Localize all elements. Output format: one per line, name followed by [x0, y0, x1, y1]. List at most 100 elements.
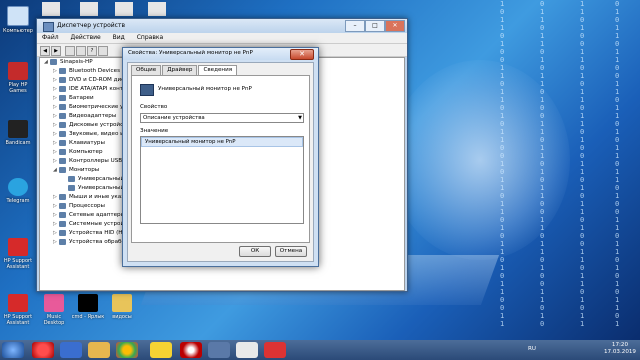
desktop-icon-videos[interactable]: видосы: [104, 294, 140, 320]
device-icon: [59, 85, 66, 92]
clock-time: 17:20: [611, 342, 629, 348]
film-icon: [8, 120, 28, 138]
desktop-icon-bandicam[interactable]: Bandicam: [0, 120, 36, 146]
explorer-icon[interactable]: [88, 342, 110, 358]
taskbar: RU 17:20 17.03.2019: [0, 340, 640, 360]
forward-icon[interactable]: ▶: [51, 46, 61, 56]
device-icon: [59, 157, 66, 164]
console-icon[interactable]: [65, 46, 75, 56]
device-icon: [59, 202, 66, 209]
menu-help[interactable]: Справка: [132, 33, 168, 42]
dialog-title: Свойства: Универсальный монитор не PnP: [128, 50, 253, 56]
desktop-icon-label: Telegram: [6, 198, 30, 204]
help-icon: [8, 238, 28, 256]
ie-icon[interactable]: [60, 342, 82, 358]
menu-view[interactable]: Вид: [108, 33, 130, 42]
desktop-icon-label: cmd - Ярлык: [71, 314, 105, 320]
cancel-button[interactable]: Отмена: [275, 246, 307, 257]
dialog-tabs: Общие Драйвер Сведения: [131, 65, 238, 76]
back-icon[interactable]: ◀: [40, 46, 50, 56]
wallpaper-digits: 1 1 0 1 0 0 1 1 0 1 0 1 1 0 1 1 0 1 0 0 …: [580, 0, 585, 328]
paint-icon[interactable]: [236, 342, 258, 358]
minimize-button[interactable]: –: [345, 20, 365, 32]
tree-item-label: Мониторы: [69, 167, 100, 173]
telegram-icon: [8, 178, 28, 196]
device-icon: [59, 166, 66, 173]
desktop: 1 0 1 1 0 1 0 0 1 1 0 1 1 0 1 0 1 1 0 0 …: [0, 0, 640, 340]
recorder-icon[interactable]: [180, 342, 202, 358]
desktop-icon-computer[interactable]: Компьютер: [0, 6, 36, 34]
properties-icon[interactable]: [76, 46, 86, 56]
opera-icon[interactable]: [32, 342, 54, 358]
desktop-icon-label: Music Desktop: [43, 314, 65, 326]
file-icon[interactable]: [115, 2, 133, 16]
tree-item-label: Видеоадаптеры: [69, 113, 117, 119]
dialog-body: Общие Драйвер Сведения Универсальный мон…: [127, 62, 314, 262]
chrome-icon[interactable]: [116, 342, 138, 358]
window-title: Диспетчер устройств: [57, 22, 126, 29]
games-icon: [8, 62, 28, 80]
device-icon: [59, 229, 66, 236]
scan-icon[interactable]: [98, 46, 108, 56]
language-indicator[interactable]: RU: [528, 346, 536, 352]
app-icon[interactable]: [264, 342, 286, 358]
tab-general[interactable]: Общие: [131, 65, 162, 75]
wallpaper-digits: 0 1 1 0 1 1 0 1 0 1 1 0 1 0 0 1 1 0 1 1 …: [540, 0, 545, 328]
ok-button[interactable]: ОК: [239, 246, 271, 257]
device-icon: [59, 211, 66, 218]
device-icon: [59, 193, 66, 200]
desktop-icon-label: Компьютер: [3, 28, 33, 34]
desktop-icon-hp-games[interactable]: Play HP Games: [0, 62, 36, 94]
device-icon: [59, 220, 66, 227]
menu-file[interactable]: Файл: [37, 33, 64, 42]
property-select[interactable]: Описание устройства ▼: [140, 113, 304, 123]
start-button[interactable]: [2, 342, 24, 358]
desktop-icon-telegram[interactable]: Telegram: [0, 178, 36, 204]
property-label: Свойство: [140, 104, 168, 110]
desktop-icon-label: Play HP Games: [8, 82, 28, 94]
device-icon: [50, 58, 57, 65]
file-icon[interactable]: [80, 2, 98, 16]
tree-item-label: Батареи: [69, 95, 94, 101]
properties-dialog: Свойства: Универсальный монитор не PnP ✕…: [122, 47, 319, 267]
value-list[interactable]: Универсальный монитор не PnP: [140, 136, 304, 224]
stickies-icon[interactable]: [150, 342, 172, 358]
tree-item-label: Sinapsis-HP: [60, 59, 93, 65]
device-manager-taskbar-icon[interactable]: [208, 342, 230, 358]
tree-item-label: Bluetooth Devices: [69, 68, 120, 74]
desktop-icon-music[interactable]: Music Desktop: [36, 294, 72, 326]
dialog-titlebar[interactable]: Свойства: Универсальный монитор не PnP ✕: [123, 48, 318, 60]
tab-driver[interactable]: Драйвер: [162, 65, 198, 75]
monitor-icon: [140, 84, 154, 96]
tree-item-label: Компьютер: [69, 149, 103, 155]
desktop-icon-label: HP Support Assistant: [3, 258, 33, 270]
help-icon[interactable]: ?: [87, 46, 97, 56]
tree-item-label: Клавиатуры: [69, 140, 105, 146]
terminal-icon: [78, 294, 98, 312]
device-icon: [68, 175, 75, 182]
chevron-down-icon: ▼: [298, 115, 302, 121]
desktop-icon-hp-support-2[interactable]: HP Support Assistant: [0, 294, 36, 326]
dialog-close-button[interactable]: ✕: [290, 49, 314, 60]
device-icon: [59, 238, 66, 245]
desktop-icon-cmd[interactable]: cmd - Ярлык: [70, 294, 106, 320]
device-icon: [59, 103, 66, 110]
value-label: Значение: [140, 128, 169, 134]
menu-action[interactable]: Действие: [66, 33, 106, 42]
menu-bar: Файл Действие Вид Справка: [37, 33, 407, 44]
close-button[interactable]: ✕: [385, 20, 405, 32]
maximize-button[interactable]: □: [365, 20, 385, 32]
tree-item-label: Контроллеры USB: [69, 158, 123, 164]
device-icon: [59, 67, 66, 74]
clock[interactable]: 17:20 17.03.2019: [604, 342, 636, 356]
tree-item-label: Процессоры: [69, 203, 105, 209]
window-titlebar[interactable]: Диспетчер устройств – □ ✕: [37, 19, 407, 33]
file-icon[interactable]: [148, 2, 166, 16]
desktop-icon-hp-support[interactable]: HP Support Assistant: [0, 238, 36, 270]
value-list-item[interactable]: Универсальный монитор не PnP: [141, 137, 303, 147]
device-icon: [59, 121, 66, 128]
details-panel: Универсальный монитор не PnP Свойство Оп…: [131, 75, 310, 243]
device-icon: [59, 76, 66, 83]
file-icon[interactable]: [42, 2, 60, 16]
device-name: Универсальный монитор не PnP: [158, 86, 252, 92]
